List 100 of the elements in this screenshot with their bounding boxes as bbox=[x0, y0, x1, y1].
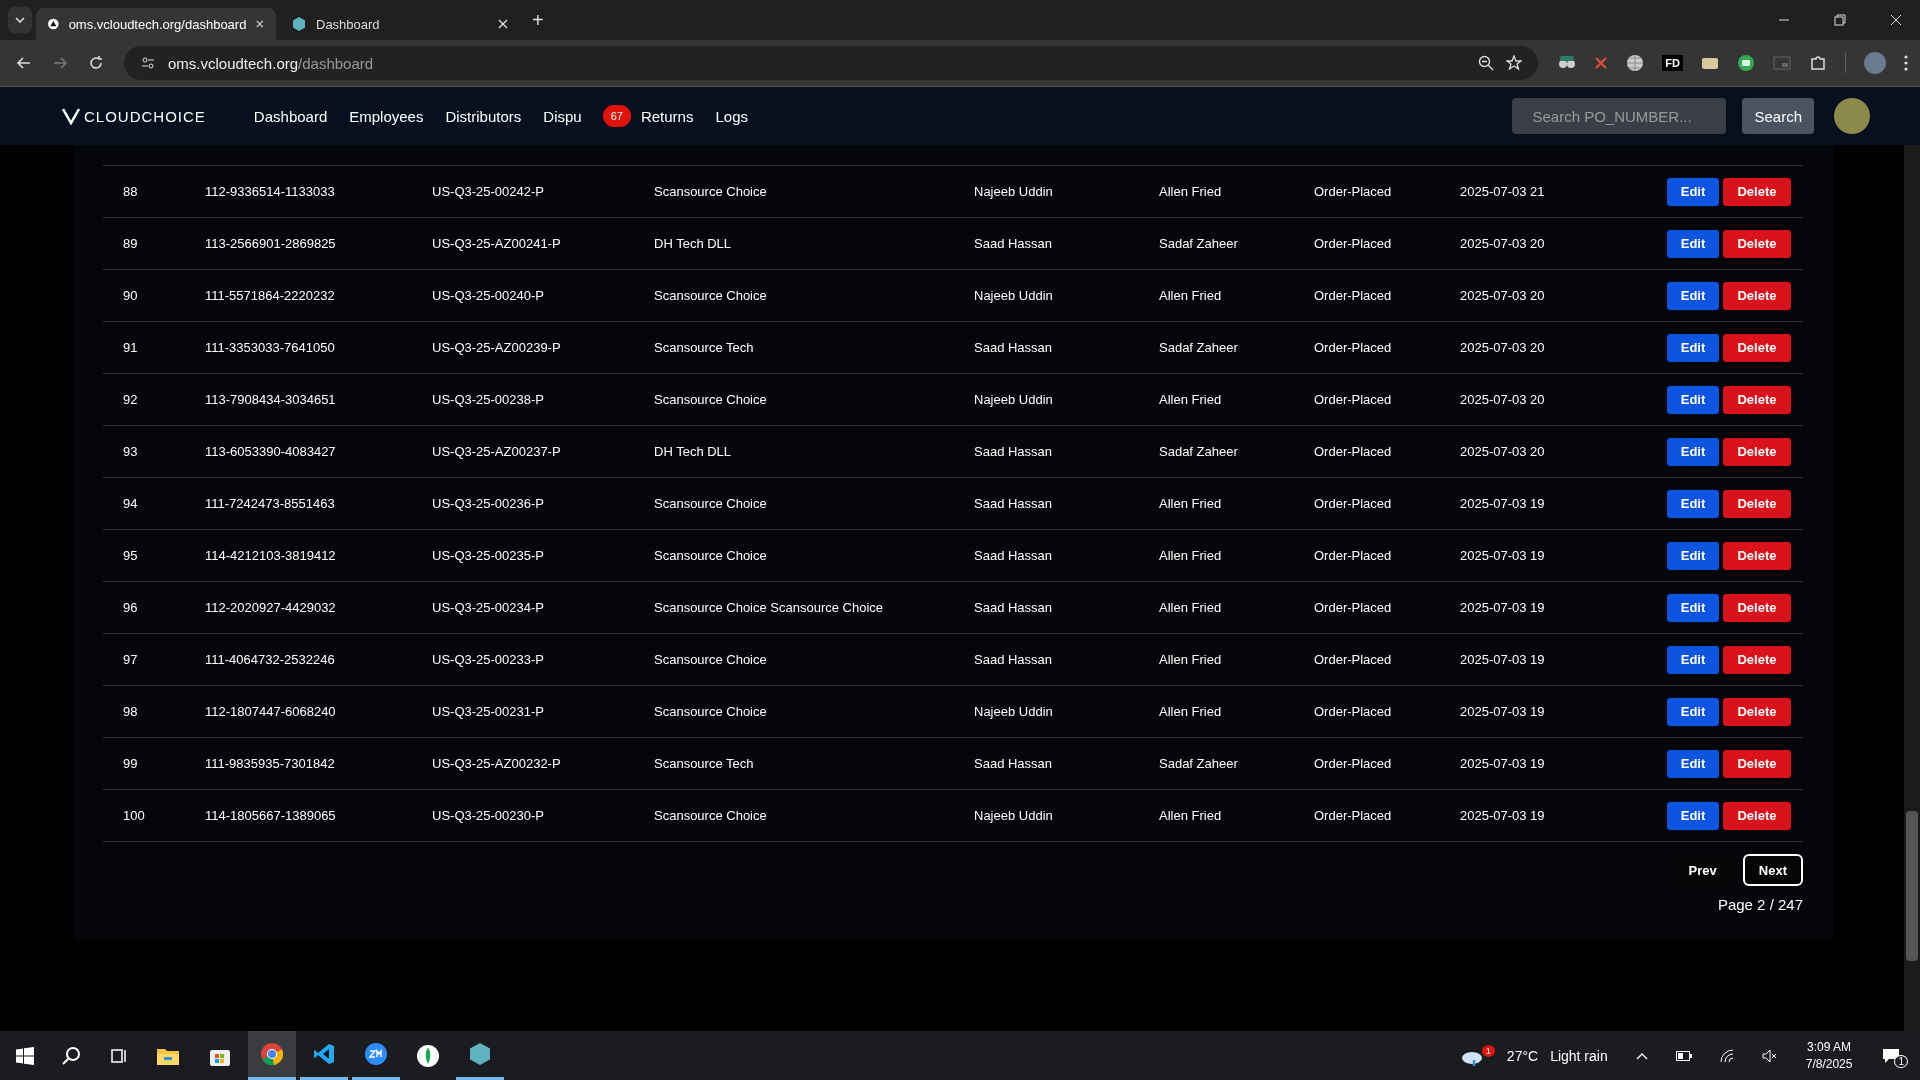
table-cell-text: Order-Placed bbox=[1314, 392, 1393, 407]
close-icon[interactable] bbox=[498, 19, 508, 29]
notification-icon[interactable] bbox=[1882, 1047, 1901, 1064]
nav-link[interactable]: Dashboard bbox=[253, 107, 328, 125]
back-icon[interactable] bbox=[16, 55, 32, 71]
battery-icon[interactable] bbox=[1675, 1050, 1692, 1061]
table-cell-text: 2025-07-03 19 bbox=[1460, 808, 1546, 823]
delete-button[interactable]: Delete bbox=[1723, 437, 1791, 466]
nav-link[interactable]: Employees bbox=[349, 107, 424, 125]
reload-icon[interactable] bbox=[88, 55, 104, 71]
caret-icon bbox=[15, 17, 25, 23]
extension-icon[interactable] bbox=[1737, 54, 1755, 72]
site-logo[interactable]: CLOUDCHOICE bbox=[62, 107, 206, 125]
globe-icon[interactable] bbox=[1626, 54, 1645, 72]
table-cell-text: 2025-07-03 19 bbox=[1460, 548, 1546, 563]
nav-link[interactable]: Returns bbox=[640, 107, 694, 125]
edit-button[interactable]: Edit bbox=[1667, 281, 1719, 310]
forward-icon[interactable] bbox=[52, 55, 68, 71]
table-cell-text: Scansource Choice bbox=[654, 392, 768, 407]
chrome-icon[interactable] bbox=[248, 1031, 296, 1080]
delete-button[interactable]: Delete bbox=[1723, 593, 1791, 622]
muted-speaker-icon[interactable] bbox=[1761, 1048, 1778, 1063]
edit-button[interactable]: Edit bbox=[1667, 229, 1719, 258]
cross-icon[interactable] bbox=[1594, 56, 1609, 70]
search-icon[interactable] bbox=[62, 1045, 82, 1066]
table-cell-text: 112-1807447-6068240 bbox=[205, 704, 337, 719]
edit-button[interactable]: Edit bbox=[1667, 801, 1719, 830]
close-icon[interactable] bbox=[1890, 14, 1902, 26]
address-bar[interactable]: oms.vcloudtech.org/dashboard bbox=[124, 46, 1539, 80]
nav-link[interactable]: Logs bbox=[715, 107, 748, 125]
delete-button[interactable]: Delete bbox=[1723, 541, 1791, 570]
table-cell-text: 2025-07-03 20 bbox=[1460, 236, 1546, 251]
chevron-up-icon[interactable] bbox=[1635, 1051, 1648, 1060]
fd-extension-button[interactable]: FD bbox=[1662, 55, 1683, 71]
site-settings-icon[interactable] bbox=[140, 55, 156, 71]
table-cell-text: Allen Fried bbox=[1159, 704, 1223, 719]
task-view-icon[interactable] bbox=[110, 1046, 128, 1065]
table-cell-text: Order-Placed bbox=[1314, 548, 1393, 563]
browser-tab[interactable]: Dashboard bbox=[280, 8, 520, 40]
windows-start-icon[interactable] bbox=[16, 1046, 34, 1065]
edit-button[interactable]: Edit bbox=[1667, 489, 1719, 518]
table-cell-text: 112-2020927-4429032 bbox=[205, 600, 337, 615]
table-cell-text: Sadaf Zaheer bbox=[1159, 236, 1239, 251]
search-button[interactable]: Search bbox=[1742, 98, 1814, 134]
table-cell-text: Allen Fried bbox=[1159, 392, 1223, 407]
profile-avatar[interactable] bbox=[1864, 52, 1886, 74]
temperature-text: 27°C bbox=[1506, 1047, 1539, 1064]
table-cell-text: 95 bbox=[123, 548, 139, 563]
clock-date[interactable]: 7/8/2025 bbox=[1805, 1057, 1853, 1071]
edit-button[interactable]: Edit bbox=[1667, 177, 1719, 206]
search-field[interactable]: Search PO_NUMBER... bbox=[1512, 98, 1727, 134]
delete-button[interactable]: Delete bbox=[1723, 333, 1791, 362]
delete-button[interactable]: Delete bbox=[1723, 489, 1791, 518]
table-cell-text: US-Q3-25-AZ00237-P bbox=[432, 444, 562, 459]
delete-button[interactable]: Delete bbox=[1723, 385, 1791, 414]
restore-icon[interactable] bbox=[1834, 14, 1846, 26]
table-cell-text: 2025-07-03 19 bbox=[1460, 756, 1546, 771]
delete-button[interactable]: Delete bbox=[1723, 229, 1791, 258]
delete-button[interactable]: Delete bbox=[1723, 801, 1791, 830]
table-cell-text: US-Q3-25-00234-P bbox=[432, 600, 545, 615]
tab-search-button[interactable] bbox=[8, 7, 32, 33]
table-cell-text: 96 bbox=[123, 600, 139, 615]
prev-button[interactable]: Prev bbox=[1672, 854, 1733, 886]
table-cell-text: 91 bbox=[123, 340, 139, 355]
table-cell-text: Scansource Tech bbox=[654, 756, 755, 771]
delete-button[interactable]: Delete bbox=[1723, 645, 1791, 674]
edit-button[interactable]: Edit bbox=[1667, 333, 1719, 362]
more-icon[interactable] bbox=[1904, 55, 1908, 71]
user-avatar[interactable] bbox=[1834, 98, 1870, 134]
delete-button[interactable]: Delete bbox=[1723, 697, 1791, 726]
edit-button[interactable]: Edit bbox=[1667, 541, 1719, 570]
edit-button[interactable]: Edit bbox=[1667, 385, 1719, 414]
edit-button[interactable]: Edit bbox=[1667, 593, 1719, 622]
browser-tab[interactable]: oms.vcloudtech.org/dashboard bbox=[36, 8, 276, 40]
edit-button[interactable]: Edit bbox=[1667, 749, 1719, 778]
delete-button[interactable]: Delete bbox=[1723, 177, 1791, 206]
table-cell-text: US-Q3-25-00238-P bbox=[432, 392, 545, 407]
zoom-out-icon[interactable] bbox=[1478, 55, 1495, 71]
edit-button[interactable]: Edit bbox=[1667, 645, 1719, 674]
nav-link[interactable]: Distributors bbox=[445, 107, 522, 125]
nav-link[interactable]: Dispu bbox=[543, 107, 582, 125]
next-button[interactable]: Next bbox=[1742, 854, 1803, 886]
clock-time[interactable]: 3:09 AM bbox=[1807, 1040, 1852, 1054]
close-icon[interactable] bbox=[256, 19, 264, 29]
table-cell-text: 93 bbox=[123, 444, 139, 459]
new-tab-button[interactable]: + bbox=[524, 8, 552, 32]
table-cell-text: Allen Fried bbox=[1159, 496, 1223, 511]
delete-button[interactable]: Delete bbox=[1723, 749, 1791, 778]
puzzle-icon[interactable] bbox=[1809, 54, 1827, 72]
scrollbar[interactable] bbox=[1904, 145, 1920, 1031]
star-icon[interactable] bbox=[1506, 55, 1523, 71]
wifi-icon[interactable] bbox=[1719, 1048, 1734, 1063]
edit-button[interactable]: Edit bbox=[1667, 697, 1719, 726]
edit-button[interactable]: Edit bbox=[1667, 437, 1719, 466]
table-cell-text: Allen Fried bbox=[1159, 808, 1223, 823]
weather-text: Light rain bbox=[1550, 1047, 1608, 1064]
table-cell-text: 2025-07-03 19 bbox=[1460, 600, 1546, 615]
delete-button[interactable]: Delete bbox=[1723, 281, 1791, 310]
table-cell-text: 114-4212103-3819412 bbox=[205, 548, 337, 563]
table-cell-text: Order-Placed bbox=[1314, 184, 1393, 199]
